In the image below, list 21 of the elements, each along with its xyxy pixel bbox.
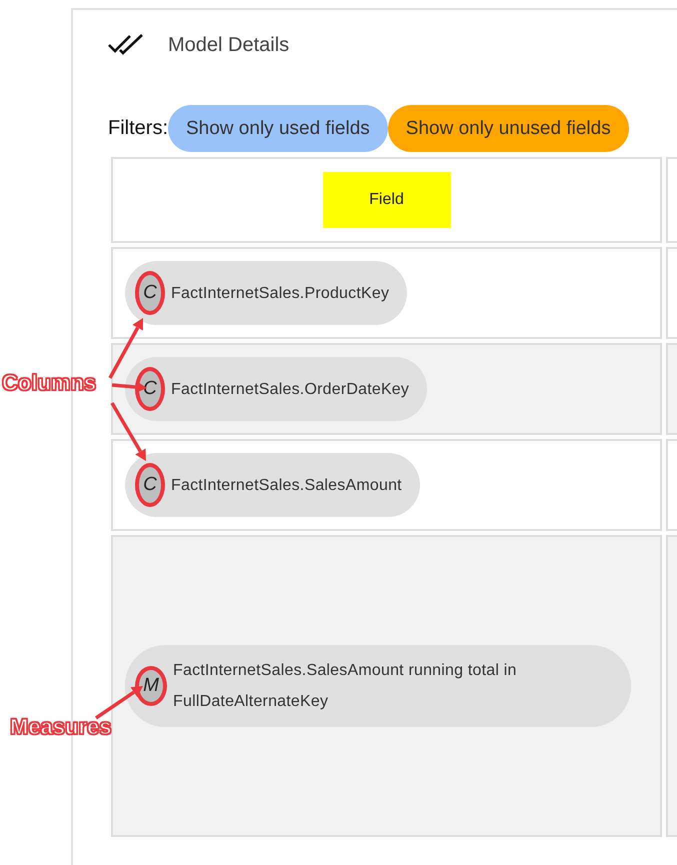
field-name: FactInternetSales.ProductKey [171,284,390,304]
type-badge: M [135,666,167,706]
double-check-icon [108,34,144,56]
callout-label: Measures [10,714,112,740]
field-chip[interactable]: C FactInternetSales.ProductKey [125,261,408,325]
filter-button[interactable]: Show only used fields [168,105,388,152]
field-chip[interactable]: C FactInternetSales.SalesAmount [125,453,420,517]
type-badge: C [135,271,165,315]
arrow [108,318,143,379]
panel-title: Model Details [168,34,290,56]
field-name: FactInternetSales.OrderDateKey [171,380,410,400]
type-badge: C [135,463,165,507]
field-name: FactInternetSales.SalesAmount [171,476,402,496]
arrow [95,686,143,720]
filters-label: Filters: [108,117,168,140]
callout-label: Columns [2,370,96,396]
filter-button[interactable]: Show only unused fields [388,105,629,152]
field-name: FactInternetSales.SalesAmount running total in FullDateAlternateKey [173,661,518,712]
field-header: Field [322,172,450,228]
arrow [110,402,146,461]
field-chip[interactable]: M FactInternetSales.SalesAmount running total in FullDateAlternateKey [125,645,631,727]
